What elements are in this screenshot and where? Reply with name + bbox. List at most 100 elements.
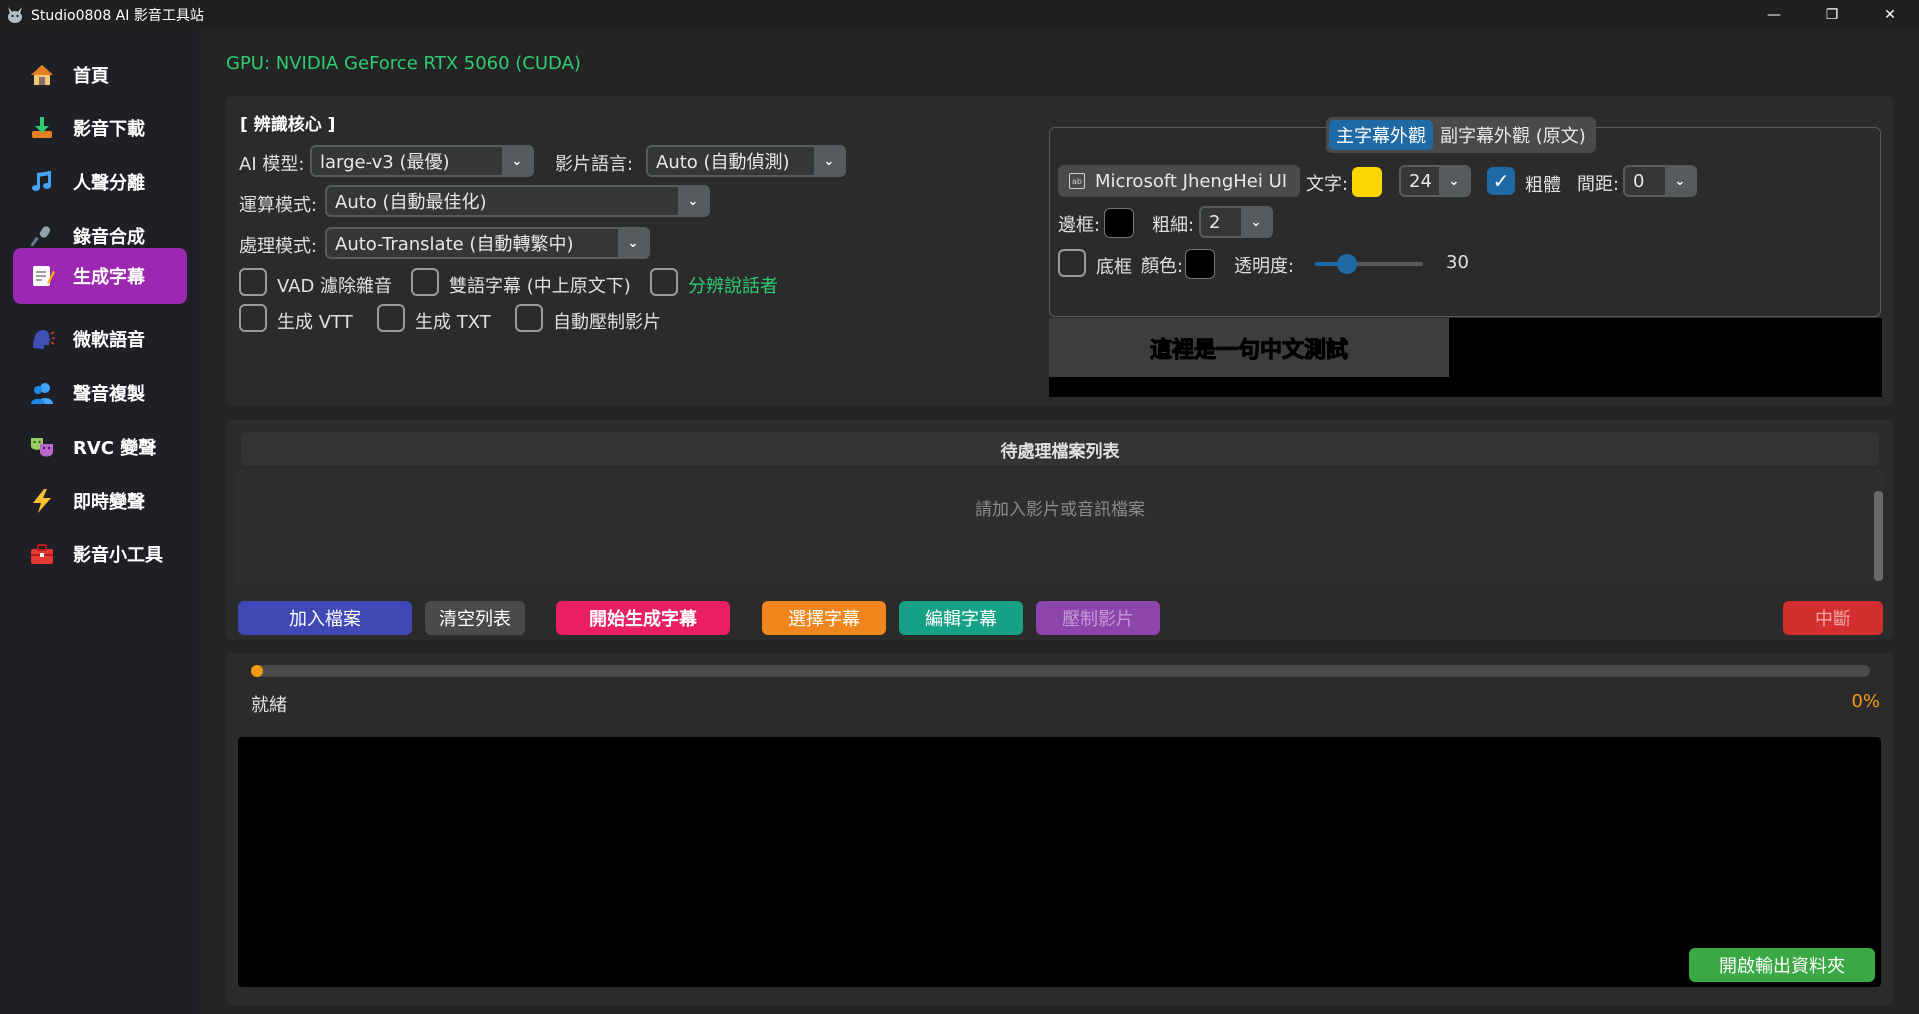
close-button[interactable]: ✕ — [1861, 0, 1919, 29]
microphone-icon — [27, 221, 57, 251]
restore-button[interactable]: ❐ — [1803, 0, 1861, 29]
background-color-label: 顏色: — [1141, 256, 1184, 277]
section-title-core: [ 辨識核心 ] — [240, 115, 336, 135]
select-subtitle-button[interactable]: 選擇字幕 — [762, 601, 886, 635]
burn-label: 自動壓制影片 — [553, 312, 661, 333]
chevron-down-icon: ⌄ — [618, 229, 648, 257]
add-files-button[interactable]: 加入檔案 — [238, 601, 412, 635]
sidebar-item-label: 影音小工具 — [73, 545, 163, 566]
background-box-checkbox[interactable] — [1058, 249, 1086, 277]
background-color-swatch[interactable] — [1185, 249, 1215, 279]
model-select[interactable]: large-v3 (最優) ⌄ — [310, 145, 534, 177]
window-title: Studio0808 AI 影音工具站 — [31, 7, 204, 24]
border-color-swatch[interactable] — [1104, 208, 1134, 238]
chevron-down-icon: ⌄ — [1665, 167, 1695, 195]
subtitle-preview-box: 這裡是一句中文測試 — [1049, 318, 1449, 377]
sidebar-item-voice-clone[interactable]: 聲音複製 — [13, 365, 187, 421]
app-logo-icon — [5, 5, 25, 25]
masks-icon — [27, 432, 57, 462]
spacing-label: 間距: — [1577, 174, 1620, 195]
log-output[interactable] — [238, 737, 1881, 987]
tab-main-style[interactable]: 主字幕外觀 — [1329, 120, 1433, 150]
chevron-down-icon: ⌄ — [502, 147, 532, 175]
tab-secondary-style[interactable]: 副字幕外觀 (原文) — [1433, 120, 1593, 150]
vtt-checkbox[interactable] — [239, 304, 267, 332]
sidebar-item-ms-tts[interactable]: 微軟語音 — [13, 311, 187, 367]
sidebar-item-label: 影音下載 — [73, 119, 145, 140]
process-label: 處理模式: — [239, 236, 318, 257]
checkmark-icon: ✓ — [1492, 169, 1510, 193]
open-output-folder-button[interactable]: 開啟輸出資料夾 — [1689, 948, 1875, 982]
style-tabs: 主字幕外觀 副字幕外觀 (原文) — [1326, 117, 1596, 153]
progress-bar — [251, 665, 1870, 677]
language-select[interactable]: Auto (自動偵測) ⌄ — [646, 145, 846, 177]
chevron-down-icon: ⌄ — [814, 147, 844, 175]
sidebar-item-label: 首頁 — [73, 66, 109, 87]
opacity-value: 30 — [1446, 252, 1469, 273]
sidebar-item-home[interactable]: 首頁 — [13, 47, 187, 103]
language-label: 影片語言: — [555, 154, 634, 175]
sidebar-item-label: RVC 變聲 — [73, 438, 157, 459]
sidebar-item-rvc[interactable]: RVC 變聲 — [13, 419, 187, 475]
sidebar-item-vocal-separation[interactable]: 人聲分離 — [13, 154, 187, 210]
sidebar-item-label: 即時變聲 — [73, 492, 145, 513]
queue-placeholder: 請加入影片或音訊檔案 — [975, 500, 1145, 520]
music-note-icon — [27, 167, 57, 197]
vad-checkbox[interactable] — [239, 268, 267, 296]
stop-button[interactable]: 中斷 — [1783, 601, 1883, 635]
subtitle-preview-text: 這裡是一句中文測試 — [1149, 337, 1348, 363]
minimize-button[interactable]: — — [1745, 0, 1803, 29]
process-select[interactable]: Auto-Translate (自動轉繁中) ⌄ — [325, 227, 650, 259]
lightning-icon — [27, 486, 57, 516]
edit-subtitle-button[interactable]: 編輯字幕 — [899, 601, 1023, 635]
progress-status: 就緒 — [251, 695, 287, 716]
clear-list-button[interactable]: 清空列表 — [425, 601, 525, 635]
house-icon — [27, 60, 57, 90]
bilingual-checkbox[interactable] — [411, 268, 439, 296]
sidebar-item-label: 聲音複製 — [73, 384, 145, 405]
start-generate-button[interactable]: 開始生成字幕 — [556, 601, 730, 635]
text-color-label: 文字: — [1306, 174, 1349, 195]
download-icon — [27, 113, 57, 143]
sidebar-item-label: 微軟語音 — [73, 330, 145, 351]
burn-video-button[interactable]: 壓制影片 — [1036, 601, 1160, 635]
queue-scrollbar[interactable] — [1874, 491, 1883, 581]
bilingual-label: 雙語字幕 (中上原文下) — [449, 276, 631, 297]
sidebar-item-subtitles[interactable]: 生成字幕 — [13, 248, 187, 304]
chevron-down-icon: ⌄ — [1241, 208, 1271, 236]
bold-checkbox[interactable]: ✓ — [1487, 167, 1515, 195]
speaking-head-icon — [27, 324, 57, 354]
queue-list[interactable]: 請加入影片或音訊檔案 — [236, 469, 1884, 584]
opacity-label: 透明度: — [1234, 256, 1295, 277]
font-icon: ab — [1069, 173, 1085, 189]
model-label: AI 模型: — [239, 154, 305, 175]
people-icon — [27, 378, 57, 408]
sidebar-item-label: 生成字幕 — [73, 267, 145, 288]
title-bar: Studio0808 AI 影音工具站 — ❐ ✕ — [0, 0, 1919, 29]
diarize-label: 分辨說話者 — [688, 276, 778, 297]
compute-select[interactable]: Auto (自動最佳化) ⌄ — [325, 185, 710, 217]
chevron-down-icon: ⌄ — [678, 187, 708, 215]
chevron-down-icon: ⌄ — [1439, 167, 1469, 195]
txt-checkbox[interactable] — [377, 304, 405, 332]
compute-label: 運算模式: — [239, 195, 318, 216]
diarize-checkbox[interactable] — [650, 268, 678, 296]
sidebar-item-tools[interactable]: 影音小工具 — [13, 526, 187, 582]
background-box-label: 底框 — [1096, 257, 1132, 278]
sidebar-item-label: 錄音合成 — [73, 227, 145, 248]
font-picker-button[interactable]: ab Microsoft JhengHei UI — [1058, 165, 1300, 197]
vtt-label: 生成 VTT — [277, 312, 353, 333]
bold-label: 粗體 — [1525, 175, 1561, 196]
sidebar: 首頁 影音下載 人聲分離 錄音合成 生成字幕 微軟語音 聲音複製 RVC 變聲 … — [0, 29, 199, 1014]
sidebar-item-label: 人聲分離 — [73, 173, 145, 194]
text-color-swatch[interactable] — [1352, 167, 1382, 197]
thickness-select[interactable]: 2 ⌄ — [1199, 206, 1273, 238]
spacing-select[interactable]: 0 ⌄ — [1623, 165, 1697, 197]
sidebar-item-realtime-voice[interactable]: 即時變聲 — [13, 473, 187, 529]
progress-percent: 0% — [1851, 691, 1880, 712]
font-size-select[interactable]: 24 ⌄ — [1399, 165, 1471, 197]
gpu-status: GPU: NVIDIA GeForce RTX 5060 (CUDA) — [226, 53, 581, 74]
burn-checkbox[interactable] — [515, 304, 543, 332]
sidebar-item-download[interactable]: 影音下載 — [13, 100, 187, 156]
thickness-label: 粗細: — [1152, 215, 1195, 236]
